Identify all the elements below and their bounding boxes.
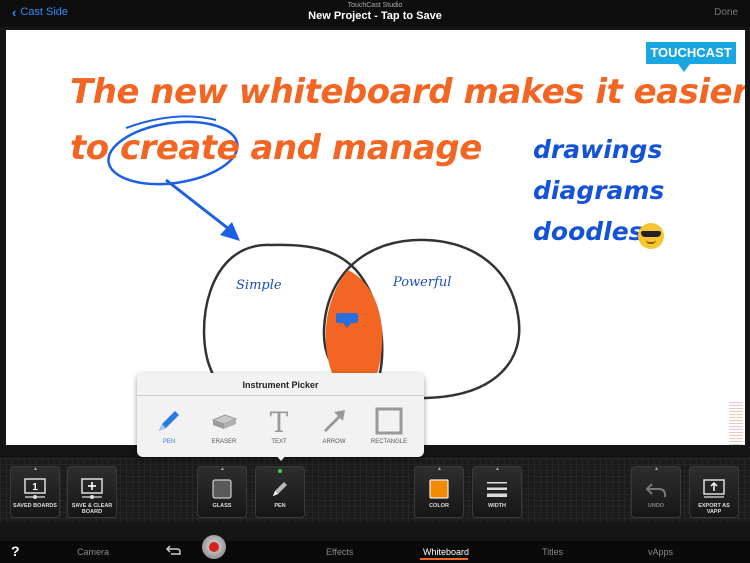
line-width-icon — [473, 477, 521, 501]
glass-icon — [198, 477, 246, 501]
tab-whiteboard[interactable]: Whiteboard — [423, 547, 469, 557]
instrument-pen[interactable]: PEN — [144, 405, 194, 445]
saved-boards-label: SAVED BOARDS — [13, 503, 57, 509]
headline-line1: The new whiteboard makes it easier — [70, 72, 745, 112]
tab-effects[interactable]: Effects — [326, 547, 353, 557]
instrument-label: PEN — [162, 439, 176, 445]
list-item: diagrams — [533, 176, 665, 205]
project-title[interactable]: New Project - Tap to Save — [0, 10, 750, 22]
undo-button[interactable]: ▲ UNDO — [631, 466, 681, 518]
instrument-arrow[interactable]: ARROW — [309, 405, 359, 445]
active-indicator — [278, 469, 282, 473]
list-item: drawings — [533, 135, 663, 164]
pen-label: PEN — [274, 503, 286, 509]
new-board-icon — [68, 477, 116, 501]
tab-titles[interactable]: Titles — [542, 547, 563, 557]
sunglasses-emoji-icon — [638, 223, 664, 249]
save-clear-label: SAVE & CLEAR BOARD — [71, 503, 113, 515]
board-icon: 1 — [11, 477, 59, 501]
instrument-label: RECTANGLE — [370, 439, 408, 445]
app-title: TouchCast Studio — [347, 2, 403, 9]
color-swatch-icon — [415, 477, 463, 501]
width-label: WIDTH — [487, 503, 507, 509]
comment-marker — [336, 313, 358, 323]
picker-pointer — [275, 454, 287, 461]
top-bar: ‹ Cast Side TouchCast Studio New Project… — [0, 0, 750, 27]
export-vapp-button[interactable]: EXPORT AS VAPP — [689, 466, 739, 518]
help-button[interactable]: ? — [11, 543, 20, 559]
instrument-rectangle[interactable]: RECTANGLE — [364, 405, 414, 445]
active-tab-indicator — [420, 558, 468, 560]
width-button[interactable]: ▲ WIDTH — [472, 466, 522, 518]
undo-icon — [632, 477, 680, 501]
arrow-icon — [309, 405, 359, 437]
color-button[interactable]: ▲ COLOR — [414, 466, 464, 518]
glass-button[interactable]: ▲ GLASS — [197, 466, 247, 518]
touchcast-logo: TOUCHCAST — [646, 42, 736, 64]
pen-icon — [144, 405, 194, 437]
svg-text:T: T — [270, 406, 289, 436]
text-icon: T — [254, 405, 304, 437]
picker-title: Instrument Picker — [242, 380, 319, 390]
side-scroll-indicator — [729, 400, 743, 445]
save-clear-board-button[interactable]: SAVE & CLEAR BOARD — [67, 466, 117, 518]
undo-label: UNDO — [647, 503, 665, 509]
color-label: COLOR — [429, 503, 449, 509]
caret-up-icon: ▲ — [220, 466, 225, 472]
instrument-label: ERASER — [211, 439, 237, 445]
record-button[interactable] — [202, 535, 226, 559]
instrument-label: TEXT — [271, 439, 287, 445]
done-button[interactable]: Done — [714, 7, 738, 18]
glass-label: GLASS — [212, 503, 232, 509]
headline-line2: to create and manage — [70, 128, 482, 168]
caret-up-icon: ▲ — [437, 466, 442, 472]
tab-bar: ? Camera Effects Whiteboard Titles vApps — [0, 541, 750, 563]
return-icon[interactable] — [165, 543, 183, 557]
rectangle-icon — [364, 405, 414, 437]
caret-up-icon: ▲ — [33, 466, 38, 472]
export-icon — [690, 477, 738, 501]
divider — [137, 395, 424, 396]
logo-tail — [678, 64, 690, 72]
arrow-annotation — [165, 178, 235, 235]
export-label: EXPORT AS VAPP — [698, 503, 730, 515]
list-item: doodles — [533, 217, 644, 246]
eraser-icon — [199, 405, 249, 437]
instrument-text[interactable]: T TEXT — [254, 405, 304, 445]
instrument-picker: Instrument Picker PEN ERASER T TEXT ARRO… — [137, 373, 424, 457]
saved-boards-button[interactable]: ▲ 1 SAVED BOARDS — [10, 466, 60, 518]
instrument-eraser[interactable]: ERASER — [199, 405, 249, 445]
caret-up-icon: ▲ — [654, 466, 659, 472]
record-icon — [209, 542, 219, 552]
tab-vapps[interactable]: vApps — [648, 547, 673, 557]
pen-icon — [256, 477, 304, 501]
tab-camera[interactable]: Camera — [77, 547, 109, 557]
instrument-label: ARROW — [322, 439, 346, 445]
svg-text:1: 1 — [32, 482, 38, 493]
bottom-toolbar: ▲ 1 SAVED BOARDS SAVE & CLEAR BOARD ▲ GL… — [0, 458, 750, 522]
venn-left-label: Simple — [236, 278, 282, 293]
caret-up-icon: ▲ — [495, 466, 500, 472]
pen-tool-button[interactable]: PEN — [255, 466, 305, 518]
venn-right-label: Powerful — [393, 275, 452, 290]
